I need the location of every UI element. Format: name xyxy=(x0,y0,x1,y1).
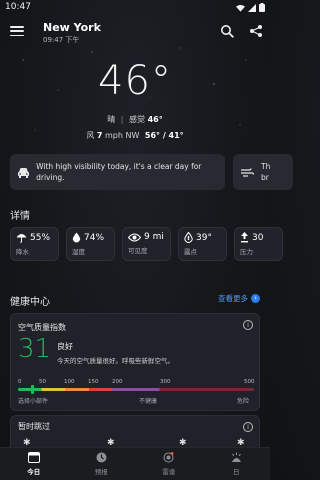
car-icon xyxy=(17,167,29,178)
nav-label: 雷達 xyxy=(162,468,176,476)
scale-tick: 500 xyxy=(244,379,255,385)
condition-separator: | xyxy=(120,115,124,124)
detail-value: 30 xyxy=(252,232,264,243)
updated-time: 09:47 下午 xyxy=(43,36,80,44)
scale-tick: 200 xyxy=(112,379,123,385)
share-icon[interactable] xyxy=(249,24,263,38)
detail-visibility[interactable]: 9 mi 可见度 xyxy=(122,227,171,261)
scale-label: 选择小部件 xyxy=(18,398,49,405)
detail-label: 湿度 xyxy=(72,248,85,256)
info-icon[interactable]: i xyxy=(243,422,253,432)
wind-speed: 7 xyxy=(96,131,103,140)
tip-text: With high visibility today, it's a clear… xyxy=(36,162,202,182)
scale-label: 不健康 xyxy=(139,398,158,405)
aqi-scale-bar xyxy=(18,388,254,391)
detail-label: 压力 xyxy=(240,248,253,256)
feels-like-value: 46° xyxy=(147,115,163,124)
search-icon[interactable] xyxy=(220,24,234,38)
wind-icon xyxy=(240,168,254,177)
detail-value: 39° xyxy=(196,232,212,243)
wifi-icon xyxy=(236,4,245,12)
battery-icon xyxy=(259,3,265,12)
nav-radar[interactable]: 雷達 xyxy=(135,448,203,480)
city-name[interactable]: New York xyxy=(43,21,101,34)
aqi-level: 良好 xyxy=(57,342,73,351)
scale-tick: 300 xyxy=(160,379,171,385)
detail-dewpoint[interactable]: 39° 露点 xyxy=(178,227,227,261)
feels-like-label: 感觉 xyxy=(129,115,146,124)
see-more-label: 查看更多 xyxy=(218,294,248,303)
see-more-link[interactable]: 查看更多 › xyxy=(218,293,260,304)
detail-label: 可见度 xyxy=(128,247,148,255)
tip-card-driving[interactable]: With high visibility today, it's a clear… xyxy=(10,154,225,190)
detail-value: 74% xyxy=(84,232,105,243)
bottom-navigation: 今日 预报 雷達 日 xyxy=(0,447,270,480)
scale-label: 危险 xyxy=(237,398,250,405)
status-bar: 10:47 xyxy=(0,0,270,16)
scale-tick: 50 xyxy=(39,379,46,385)
scale-tick: 150 xyxy=(88,379,99,385)
nav-label: 日 xyxy=(233,468,240,476)
signal-icon xyxy=(248,3,256,12)
chevron-right-icon: › xyxy=(251,294,260,303)
aqi-title: 空气质量指数 xyxy=(18,323,66,332)
wind-unit: mph NW xyxy=(104,131,140,140)
tip-text: Th br xyxy=(261,162,271,182)
eye-icon xyxy=(128,232,141,242)
health-center-title: 健康中心 xyxy=(10,297,50,308)
detail-value: 9 mi xyxy=(144,232,164,242)
aqi-description: 今天的空气质量很好。呼吸些新鲜空气。 xyxy=(57,357,174,365)
air-quality-card[interactable]: 空气质量指数 i 31 良好 今天的空气质量很好。呼吸些新鲜空气。 0 50 1… xyxy=(10,313,260,411)
nav-label: 今日 xyxy=(27,468,41,476)
radar-icon xyxy=(163,452,174,463)
sun-icon xyxy=(231,452,241,462)
droplet-icon xyxy=(72,232,81,243)
nav-label: 预报 xyxy=(94,468,108,476)
detail-label: 降水 xyxy=(16,248,29,256)
status-time: 10:47 xyxy=(5,2,31,12)
pollen-title: 暂时跳过 xyxy=(18,422,50,431)
detail-pressure[interactable]: 30 压力 xyxy=(234,227,283,261)
system-icons xyxy=(236,3,265,12)
umbrella-icon xyxy=(16,234,27,243)
condition-text: 晴 xyxy=(107,115,116,124)
detail-label: 露点 xyxy=(184,248,197,256)
pressure-icon xyxy=(241,232,248,243)
wind-line: 风 7 mph NW 56° / 41° xyxy=(0,130,270,141)
detail-humidity[interactable]: 74% 湿度 xyxy=(66,227,115,261)
detail-value: 55% xyxy=(30,232,51,243)
tip-card-wind[interactable]: Th br xyxy=(233,154,293,190)
nav-today[interactable]: 今日 xyxy=(0,448,68,480)
details-title: 详情 xyxy=(10,211,30,222)
detail-precipitation[interactable]: 55% 降水 xyxy=(10,227,59,261)
aqi-marker xyxy=(31,385,35,394)
today-icon xyxy=(27,452,40,463)
scale-tick: 100 xyxy=(64,379,75,385)
wind-label: 风 xyxy=(86,131,95,140)
aqi-value: 31 xyxy=(18,334,52,364)
dewpoint-icon xyxy=(184,232,193,243)
current-temperature: 46° xyxy=(98,58,172,104)
details-list: 55% 降水 74% 湿度 9 mi 可见度 39° 露点 30 压力 xyxy=(10,227,283,261)
menu-button[interactable] xyxy=(10,24,24,38)
scale-tick: 0 xyxy=(18,379,22,385)
info-icon[interactable]: i xyxy=(243,320,253,330)
high-low: 56° / 41° xyxy=(144,131,184,140)
condition-line: 晴 | 感觉 46° xyxy=(0,114,270,125)
forecast-icon xyxy=(96,452,107,463)
nav-forecast[interactable]: 预报 xyxy=(68,448,136,480)
aqi-scale-ticks: 0 50 100 150 200 300 500 xyxy=(18,379,255,387)
nav-sun[interactable]: 日 xyxy=(203,448,271,480)
